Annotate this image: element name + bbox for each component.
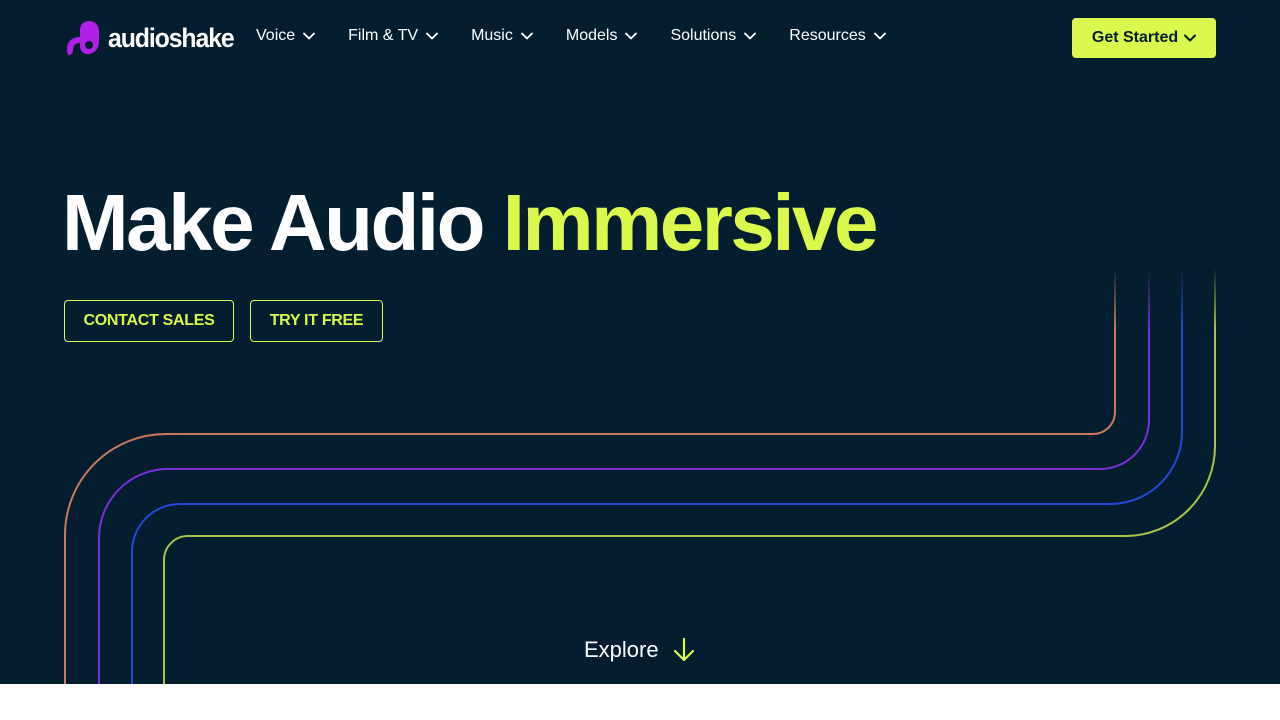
- nav-item-label: Voice: [256, 27, 296, 44]
- chevron-down-icon: [744, 32, 757, 40]
- try-it-free-button[interactable]: TRY IT FREE: [250, 300, 383, 342]
- nav-item-voice[interactable]: Voice: [256, 24, 316, 48]
- chevron-down-icon: [873, 32, 886, 40]
- nav-item-music[interactable]: Music: [471, 24, 533, 48]
- flow-line-1: [64, 330, 1116, 684]
- nav-item-label: Solutions: [670, 27, 737, 44]
- explore-label: Explore: [584, 637, 659, 662]
- headline-accent: Immersive: [502, 178, 879, 267]
- arrow-down-icon: [673, 637, 695, 663]
- flow-line-3: [131, 330, 1183, 684]
- brand-name: audioshake: [108, 22, 235, 53]
- nav-item-label: Resources: [789, 27, 866, 44]
- main-nav: Voice Film & TV Music Models Solutions R…: [256, 24, 919, 48]
- nav-item-label: Film & TV: [348, 27, 419, 44]
- nav-item-film-tv[interactable]: Film & TV: [348, 24, 438, 48]
- nav-item-label: Music: [471, 27, 513, 44]
- chevron-down-icon: [303, 32, 316, 40]
- explore-link[interactable]: Explore: [584, 634, 695, 666]
- nav-item-label: Models: [565, 27, 618, 44]
- get-started-button[interactable]: Get Started: [1072, 18, 1216, 58]
- decorative-flow-lines: [64, 268, 1216, 684]
- contact-sales-button[interactable]: CONTACT SALES: [64, 300, 234, 342]
- chevron-down-icon: [426, 32, 438, 40]
- chevron-down-icon: [1184, 34, 1197, 42]
- chevron-down-icon: [520, 32, 533, 40]
- flow-line-2: [98, 330, 1150, 684]
- nav-item-resources[interactable]: Resources: [789, 24, 886, 48]
- flow-line-4: [163, 330, 1216, 684]
- nav-item-models[interactable]: Models: [566, 24, 638, 48]
- nav-item-solutions[interactable]: Solutions: [670, 24, 757, 48]
- hero-section: audioshake Voice Film & TV Music Models: [0, 0, 1280, 684]
- hero-headline: Make Audio Immersive: [62, 178, 879, 268]
- headline-part1: Make Audio: [62, 178, 485, 267]
- get-started-label: Get Started: [1091, 29, 1179, 46]
- chevron-down-icon: [625, 32, 638, 40]
- brand-logo[interactable]: audioshake: [64, 19, 245, 57]
- audioshake-logo-icon: [67, 21, 99, 55]
